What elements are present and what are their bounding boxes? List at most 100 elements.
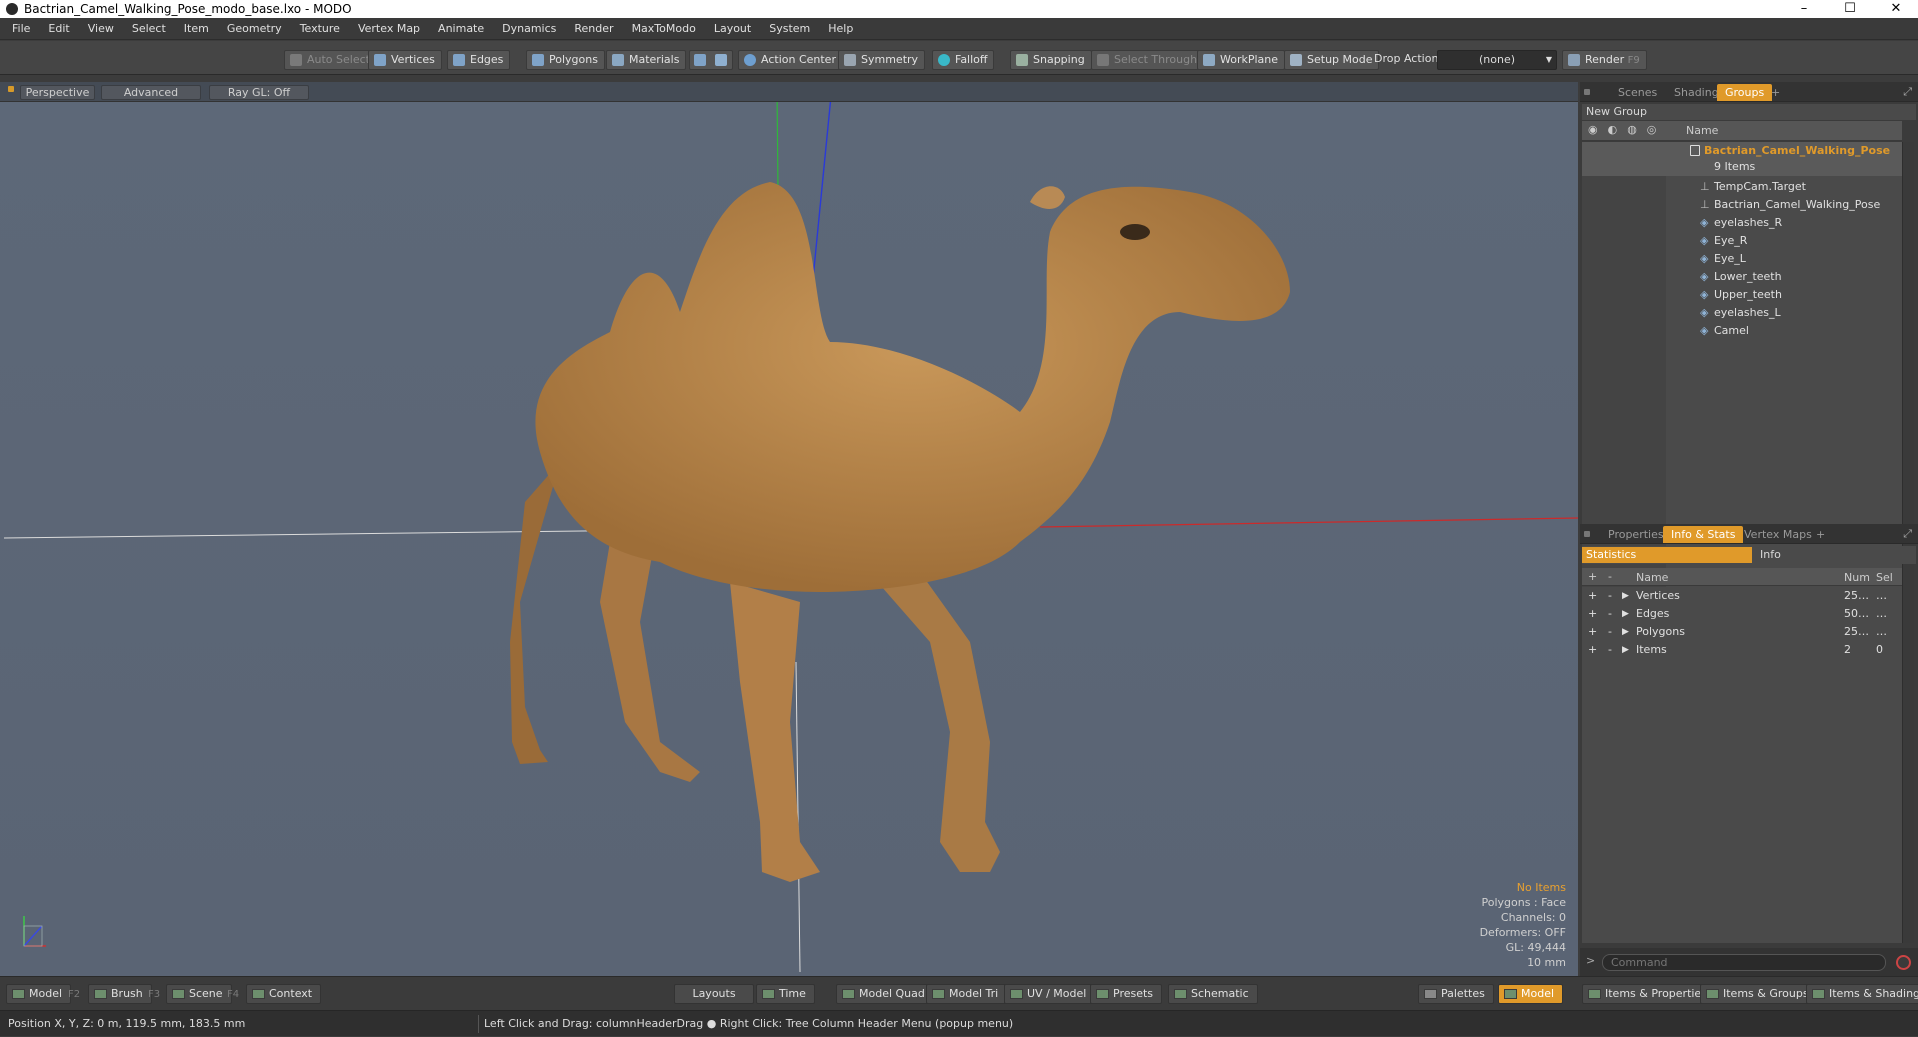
stats-sel-header[interactable]: Sel xyxy=(1876,571,1893,584)
group-item[interactable]: ◈ Eye_R xyxy=(1582,232,1902,250)
schematic-button[interactable]: Schematic xyxy=(1168,984,1258,1004)
table-row[interactable]: + - ▶ Edges 50…… xyxy=(1582,605,1902,623)
group-icon xyxy=(1690,145,1700,156)
menu-view[interactable]: View xyxy=(79,18,123,40)
presets-button[interactable]: Presets xyxy=(1090,984,1163,1004)
model-tab-active[interactable]: Model xyxy=(1498,984,1564,1004)
action-center-button[interactable]: Action Center xyxy=(738,50,843,70)
menu-layout[interactable]: Layout xyxy=(705,18,760,40)
drop-action-dropdown[interactable]: (none) ▼ xyxy=(1437,50,1557,70)
group-item[interactable]: ◈ Upper_teeth xyxy=(1582,286,1902,304)
3d-viewport[interactable]: ✥↻⌕⤢✱▸ No Items Polygons : Face Channels… xyxy=(0,82,1578,976)
component-select-icon xyxy=(715,54,727,66)
command-prompt-icon: > xyxy=(1586,954,1596,967)
mesh-icon: ◈ xyxy=(1700,270,1709,283)
items-groups-button[interactable]: Items & Groups xyxy=(1700,984,1818,1004)
expand-panel-icon[interactable]: ⤢ xyxy=(1903,85,1912,99)
menu-system[interactable]: System xyxy=(760,18,819,40)
menu-item[interactable]: Item xyxy=(175,18,218,40)
mesh-icon: ◈ xyxy=(1700,324,1709,337)
selection-sets-button[interactable] xyxy=(689,50,733,70)
edges-mode-button[interactable]: Edges xyxy=(447,50,511,70)
brush-fkey: F3 xyxy=(148,989,161,1000)
subtab-info[interactable]: Info xyxy=(1754,547,1781,563)
menu-render[interactable]: Render xyxy=(565,18,622,40)
record-macro-icon[interactable] xyxy=(1896,955,1911,970)
tab-properties[interactable]: Properties xyxy=(1600,526,1672,543)
palettes-button[interactable]: Palettes xyxy=(1418,984,1494,1004)
add-tab-button[interactable]: + xyxy=(1808,526,1833,543)
name-column-header[interactable]: Name xyxy=(1686,124,1718,137)
minimize-button[interactable]: – xyxy=(1782,0,1826,18)
menu-file[interactable]: File xyxy=(0,18,39,40)
time-button[interactable]: Time xyxy=(756,984,815,1004)
new-group-button[interactable]: New Group xyxy=(1582,104,1916,120)
expand-all-icon[interactable]: + xyxy=(1588,570,1597,583)
group-item[interactable]: ⊥ TempCam.Target xyxy=(1582,178,1902,196)
menu-dynamics[interactable]: Dynamics xyxy=(493,18,565,40)
expand-arrow-icon[interactable]: ▶ xyxy=(1622,587,1629,605)
group-item[interactable]: ◈ eyelashes_R xyxy=(1582,214,1902,232)
stats-num-header[interactable]: Num xyxy=(1844,571,1870,584)
stats-table[interactable]: + - ▶ Vertices 25…… + - ▶ Edges 50…… + - ▶ Polygons… xyxy=(1582,587,1902,943)
setup-mode-button[interactable]: Setup Mode xyxy=(1284,50,1380,70)
layout-brush-button[interactable]: Brush xyxy=(88,984,152,1004)
collapse-all-icon[interactable]: - xyxy=(1608,570,1612,583)
subtab-statistics[interactable]: Statistics xyxy=(1582,547,1752,563)
layout-context-button[interactable]: Context xyxy=(246,984,322,1004)
table-row[interactable]: + - ▶ Polygons 25…… xyxy=(1582,623,1902,641)
view-mode-dropdown[interactable]: Perspective xyxy=(20,85,95,100)
menu-geometry[interactable]: Geometry xyxy=(218,18,291,40)
snapping-button[interactable]: Snapping xyxy=(1010,50,1092,70)
menu-edit[interactable]: Edit xyxy=(39,18,78,40)
tab-info-stats[interactable]: Info & Stats xyxy=(1663,526,1744,543)
materials-mode-button[interactable]: Materials xyxy=(606,50,687,70)
falloff-button[interactable]: Falloff xyxy=(932,50,995,70)
expand-arrow-icon[interactable]: ▶ xyxy=(1622,641,1629,659)
menu-texture[interactable]: Texture xyxy=(291,18,349,40)
command-input[interactable] xyxy=(1602,954,1886,971)
table-row[interactable]: + - ▶ Vertices 25…… xyxy=(1582,587,1902,605)
items-properties-button[interactable]: Items & Properties xyxy=(1582,984,1716,1004)
shading-mode-dropdown[interactable]: Advanced xyxy=(101,85,201,100)
menu-vertex-map[interactable]: Vertex Map xyxy=(349,18,429,40)
add-tab-button[interactable]: + xyxy=(1763,84,1788,101)
group-item[interactable]: ⊥ Bactrian_Camel_Walking_Pose xyxy=(1582,196,1902,214)
group-item[interactable]: ◈ Eye_L xyxy=(1582,250,1902,268)
model-tri-button[interactable]: Model Tri xyxy=(926,984,1008,1004)
select-through-button[interactable]: Select Through xyxy=(1091,50,1205,70)
stats-scrollbar[interactable] xyxy=(1902,587,1914,943)
maximize-button[interactable]: ☐ xyxy=(1828,0,1872,18)
group-item[interactable]: ◈ Camel xyxy=(1582,322,1902,340)
symmetry-button[interactable]: Symmetry xyxy=(838,50,926,70)
menu-help[interactable]: Help xyxy=(819,18,862,40)
model-quad-button[interactable]: Model Quad xyxy=(836,984,934,1004)
menu-animate[interactable]: Animate xyxy=(429,18,493,40)
table-row[interactable]: + - ▶ Items 2 0 xyxy=(1582,641,1902,659)
group-item[interactable]: ◈ eyelashes_L xyxy=(1582,304,1902,322)
group-item[interactable]: ◈ Lower_teeth xyxy=(1582,268,1902,286)
stats-name-header[interactable]: Name xyxy=(1636,571,1668,584)
polygons-mode-button[interactable]: Polygons xyxy=(526,50,605,70)
layouts-button[interactable]: Layouts xyxy=(674,984,754,1004)
raygl-toggle[interactable]: Ray GL: Off xyxy=(209,85,309,100)
tab-scenes[interactable]: Scenes xyxy=(1610,84,1665,101)
expand-arrow-icon[interactable]: ▶ xyxy=(1622,605,1629,623)
layout-scene-button[interactable]: Scene xyxy=(166,984,232,1004)
uv-model-button[interactable]: UV / Model xyxy=(1004,984,1096,1004)
layout-model-button[interactable]: Model xyxy=(6,984,72,1004)
right-panel: Scenes Shading Groups + ⤢ New Group ◉◐◍◎… xyxy=(1580,82,1918,976)
auto-select-button[interactable]: Auto Select xyxy=(284,50,377,70)
workplane-button[interactable]: WorkPlane xyxy=(1197,50,1286,70)
expand-panel-icon[interactable]: ⤢ xyxy=(1903,527,1912,541)
expand-arrow-icon[interactable]: ▶ xyxy=(1622,623,1629,641)
close-button[interactable]: ✕ xyxy=(1874,0,1918,18)
menu-select[interactable]: Select xyxy=(123,18,175,40)
menu-maxtomodo[interactable]: MaxToModo xyxy=(623,18,705,40)
items-shading-button[interactable]: Items & Shading xyxy=(1806,984,1918,1004)
palettes-icon xyxy=(1424,989,1437,999)
camel-model[interactable] xyxy=(510,182,1290,882)
visibility-column-icons[interactable]: ◉◐◍◎ xyxy=(1588,123,1666,136)
render-button[interactable]: Render F9 xyxy=(1562,50,1647,70)
vertices-mode-button[interactable]: Vertices xyxy=(368,50,442,70)
